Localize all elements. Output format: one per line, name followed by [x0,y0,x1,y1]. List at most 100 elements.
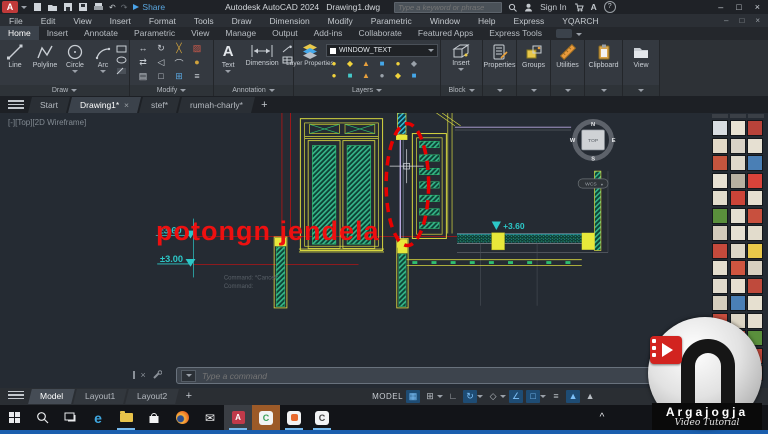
layer-properties-button[interactable]: Layer Properties [286,40,334,67]
undo-icon[interactable]: ↶ [109,3,116,12]
layer-off-icon[interactable]: ● [326,71,342,83]
viewcube-top-face[interactable]: TOP [588,138,599,144]
offset-icon[interactable]: ● [188,57,206,71]
viewcube[interactable]: N W E S TOP WCS [570,119,616,189]
palette-thumbnail[interactable] [712,155,728,171]
tab-drawing1[interactable]: Drawing1* × [67,97,142,113]
trim-icon[interactable]: ╳ [170,43,188,57]
palette-thumbnail[interactable] [712,190,728,206]
store-button[interactable] [140,405,168,430]
menu-insert[interactable]: Insert [101,16,140,26]
utilities-button[interactable]: Utilities [551,40,584,69]
copy-icon[interactable]: ⇄ [134,57,152,71]
layers-panel-label[interactable]: Layers [294,85,440,96]
command-options-chip[interactable] [181,369,196,382]
layer-walk-icon[interactable]: ● [374,71,390,83]
tab-start[interactable]: Start [28,97,70,113]
save-icon[interactable] [63,2,73,12]
block-panel-label[interactable]: Block [441,85,482,96]
tab-layout2[interactable]: Layout2 [125,389,180,404]
array-icon[interactable]: ⊞ [170,71,188,85]
tab-parametric[interactable]: Parametric [126,26,183,40]
isodraft-caret-icon[interactable] [500,395,507,398]
user-icon[interactable] [524,3,533,12]
layer-freeze-icon[interactable]: ◆ [342,59,358,71]
palette-thumbnail[interactable] [729,225,746,241]
palette-thumbnail[interactable] [729,207,746,224]
annotation-scale-icon[interactable]: ▲ [566,390,581,403]
polar-toggle-icon[interactable]: ↻ [463,390,478,403]
palette-thumbnail[interactable] [747,155,763,171]
palette-thumbnail[interactable] [729,155,746,171]
new-drawing-tab-button[interactable]: + [261,99,267,111]
scale-icon[interactable]: □ [152,71,170,85]
taskbar-search-button[interactable] [28,405,56,430]
line-button[interactable]: Line [0,40,30,75]
new-file-icon[interactable] [33,2,42,12]
move-icon[interactable]: ↔ [134,43,152,57]
layout-menu-icon[interactable] [8,390,24,401]
ribbon-options-caret-icon[interactable] [575,33,582,36]
menu-window[interactable]: Window [421,16,469,26]
osnap-caret-icon[interactable] [540,395,547,398]
palette-thumbnail[interactable] [747,207,763,224]
view-button[interactable]: View [623,40,659,69]
fillet-icon[interactable]: ⌒ [170,57,188,71]
annotation-panel-label[interactable]: Annotation [214,85,293,96]
text-button[interactable]: A Text [214,40,242,73]
palette-thumbnail[interactable] [747,137,763,154]
palette-thumbnail[interactable] [729,190,746,206]
palette-thumbnail[interactable] [747,120,763,136]
command-close-icon[interactable]: × [141,370,146,380]
draw-panel-label[interactable]: Draw [0,85,129,96]
recorder-taskbar-button[interactable] [280,405,308,430]
menu-help[interactable]: Help [469,16,504,26]
palette-thumbnail[interactable] [729,137,746,154]
dimension-button[interactable]: Dimension [242,40,282,73]
palette-thumbnail[interactable] [712,137,728,154]
cart-icon[interactable] [574,3,584,12]
palette-thumbnail[interactable] [712,260,728,276]
menu-parametric[interactable]: Parametric [362,16,421,26]
circle-button[interactable]: Circle [60,40,90,75]
search-input[interactable] [394,1,503,13]
layer-thaw-icon[interactable]: ■ [342,71,358,83]
save-as-icon[interactable] [78,2,88,12]
tab-addins[interactable]: Add-ins [306,26,351,40]
tab-home[interactable]: Home [0,26,39,40]
palette-thumbnail[interactable] [712,295,728,311]
layer-lock-icon[interactable]: ▲ [358,59,374,71]
menu-tools[interactable]: Tools [185,16,223,26]
rotate-icon[interactable]: ↻ [152,43,170,57]
palette-thumbnail[interactable] [729,242,746,259]
layer-match-icon[interactable]: ◆ [406,59,422,71]
palette-thumbnail[interactable] [712,120,728,136]
file-tab-menu-icon[interactable] [8,99,24,110]
palette-thumbnail[interactable] [747,295,763,311]
view-panel-label[interactable] [623,85,659,96]
doc-close-button[interactable]: × [755,16,760,25]
palette-thumbnail[interactable] [747,312,763,329]
palette-thumbnail[interactable] [747,242,763,259]
layer-unlock-icon[interactable]: ▲ [358,71,374,83]
isodraft-toggle-icon[interactable]: ◇ [486,390,500,403]
doc-restore-button[interactable]: □ [739,16,744,25]
task-view-button[interactable] [56,405,84,430]
layer-isolate-icon[interactable]: ● [390,59,406,71]
menu-format[interactable]: Format [140,16,185,26]
tab-rumah-charly[interactable]: rumah-charly* [178,97,256,113]
plot-icon[interactable] [93,2,104,12]
menu-file[interactable]: File [0,16,32,26]
tab-output[interactable]: Output [264,26,306,40]
lineweight-toggle-icon[interactable]: ≡ [549,390,563,403]
palette-thumbnail[interactable] [747,277,763,294]
palette-thumbnail[interactable] [747,172,763,189]
layer-dropdown[interactable]: WINDOW_TEXT [326,44,438,57]
doc-minimize-button[interactable]: – [724,16,728,25]
clipboard-button[interactable]: Clipboard [585,40,622,69]
tab-annotate[interactable]: Annotate [76,26,126,40]
camtasia2-taskbar-button[interactable]: C [308,405,336,430]
menu-dimension[interactable]: Dimension [261,16,319,26]
ortho-toggle-icon[interactable]: ∟ [446,390,460,403]
command-input[interactable] [200,369,659,382]
